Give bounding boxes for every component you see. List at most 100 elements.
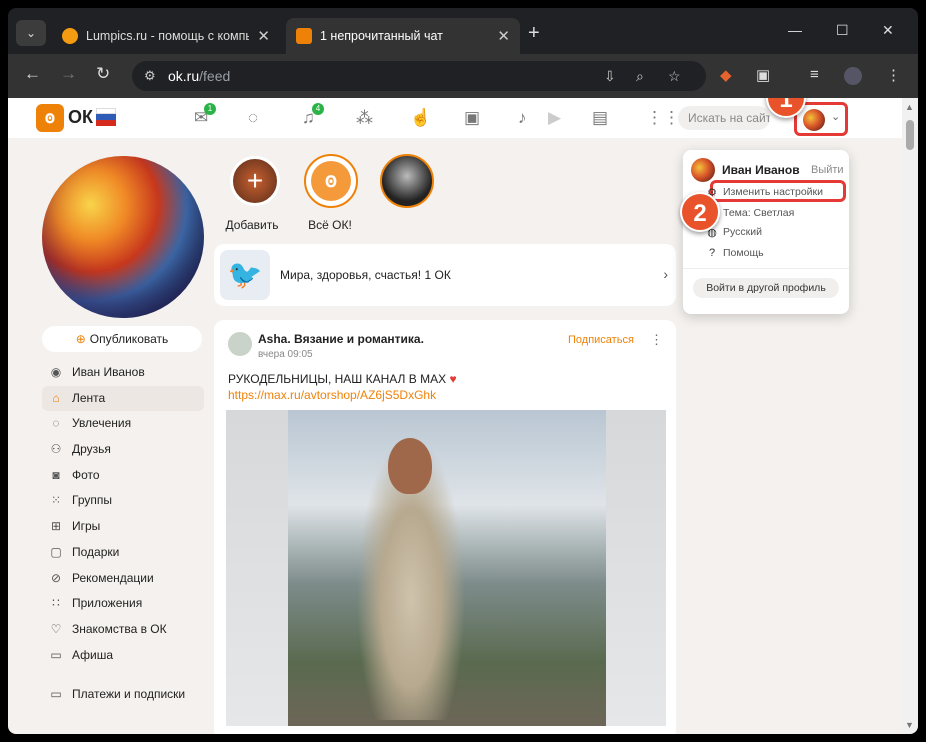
sidebar-item-feed[interactable]: ⌂ Лента	[42, 385, 204, 412]
calendar-icon[interactable]: ▤	[592, 108, 608, 128]
sidebar-item-label: Рекомендации	[72, 570, 154, 585]
scroll-up-icon[interactable]: ▲	[905, 102, 914, 112]
sidebar-item-games[interactable]: ⊞ Игры	[42, 514, 204, 540]
chevron-down-icon: ⌄	[831, 111, 841, 123]
groups-icon: ⁙	[50, 493, 62, 508]
switch-profile-button[interactable]: Войти в другой профиль	[693, 278, 839, 298]
site-info-icon[interactable]: ⚙	[144, 61, 156, 91]
menu-item-label: Помощь	[723, 247, 764, 259]
sidebar-menu: ◉ Иван Иванов ⌂ Лента ◌ Увлечения ⚇ Друзья ◙…	[42, 360, 204, 708]
play-icon[interactable]: ▶	[548, 108, 561, 128]
sidebar-item-friends[interactable]: ⚇ Друзья	[42, 437, 204, 463]
publish-button[interactable]: ⊕ Опубликовать	[42, 326, 202, 352]
discussions-icon[interactable]: ◌	[248, 108, 258, 128]
messages-icon[interactable]: ✉ 1	[194, 103, 216, 128]
ok-logo-text[interactable]: ОК	[68, 107, 93, 128]
greeting-card[interactable]: 🐦 Мира, здоровья, счастья! 1 ОК ›	[214, 244, 676, 306]
menu-item-theme[interactable]: ☼Тема: Светлая	[707, 207, 795, 219]
profile-avatar-icon[interactable]	[844, 67, 862, 85]
tab-title: Lumpics.ru - помощь с компь	[86, 29, 250, 43]
video-icon[interactable]: ▣	[464, 108, 480, 128]
forward-icon[interactable]: →	[60, 64, 77, 84]
home-icon: ⌂	[52, 390, 60, 405]
sidebar-item-label: Лента	[72, 390, 106, 405]
gift-icon: ▢	[50, 544, 62, 559]
profile-avatar[interactable]	[42, 156, 204, 318]
menu-item-language[interactable]: ◍ Русский	[707, 226, 762, 239]
close-tab-icon[interactable]: ✕	[257, 27, 270, 45]
likes-icon[interactable]: ☝	[410, 108, 431, 128]
dropdown-divider	[683, 268, 849, 269]
url-path: /feed	[199, 68, 231, 84]
friends-icon: ⚇	[50, 442, 62, 457]
sidebar-item-photo[interactable]: ◙ Фото	[42, 463, 204, 489]
feed-post: Asha. Вязание и романтика. вчера 09:05 П…	[214, 320, 676, 734]
apps-grid-icon[interactable]: ⋮⋮	[646, 108, 680, 128]
ok-logo-icon[interactable]: ꙩ	[36, 104, 64, 132]
scroll-down-icon[interactable]: ▼	[905, 720, 914, 730]
guests-icon[interactable]: ⁂	[356, 108, 373, 128]
tab-search-button[interactable]: ⌄	[16, 20, 46, 46]
add-story-button[interactable]: +	[230, 156, 280, 206]
help-icon: ?	[708, 247, 716, 259]
author-avatar[interactable]	[228, 332, 252, 356]
maximize-icon[interactable]: ☐	[836, 22, 849, 39]
browser-window: ⌄ Lumpics.ru - помощь с компь ✕ 1 непроч…	[8, 8, 918, 734]
user-icon: ◉	[50, 365, 62, 379]
logout-link[interactable]: Выйти	[811, 164, 844, 176]
sidebar-item-gifts[interactable]: ▢ Подарки	[42, 540, 204, 566]
subscribe-button[interactable]: Подписаться	[568, 334, 634, 346]
new-tab-button[interactable]: +	[528, 22, 540, 45]
notifications-icon[interactable]: ♫ 4	[302, 103, 324, 128]
story-person[interactable]	[380, 154, 434, 208]
more-options-icon[interactable]: ⋮	[650, 332, 663, 348]
post-author[interactable]: Asha. Вязание и романтика.	[258, 332, 424, 346]
story-vse-ok[interactable]: ꙩ	[304, 154, 358, 208]
browser-menu-icon[interactable]: ⋮	[886, 66, 901, 84]
ok-favicon-icon	[296, 28, 312, 44]
menu-item-help[interactable]: ? Помощь	[709, 247, 764, 259]
music-icon[interactable]: ♪	[518, 108, 527, 128]
sidebar-item-afisha[interactable]: ▭ Афиша	[42, 643, 204, 669]
scrollbar-thumb[interactable]	[906, 120, 914, 150]
dropdown-user-name[interactable]: Иван Иванов	[722, 163, 800, 177]
minimize-icon[interactable]: —	[788, 22, 802, 38]
post-photo[interactable]	[226, 410, 666, 726]
media-control-icon[interactable]: ≡	[810, 66, 819, 83]
sidebar-item-groups[interactable]: ⁙ Группы	[42, 488, 204, 514]
post-link[interactable]: https://max.ru/avtorshop/AZ6jS5DxGhk	[228, 388, 436, 402]
profile-dropdown: Иван Иванов Выйти ⚙Изменить настройки ☼Т…	[683, 150, 849, 314]
bookmark-star-icon[interactable]: ☆	[668, 61, 681, 91]
wallet-icon: ▭	[50, 687, 62, 702]
photo-head	[388, 438, 432, 494]
russian-flag-icon	[96, 108, 116, 126]
bird-icon: 🐦	[220, 250, 270, 300]
zoom-icon[interactable]: ⌕	[636, 61, 644, 91]
tab-lumpics[interactable]: Lumpics.ru - помощь с компь ✕	[52, 18, 280, 54]
close-window-icon[interactable]: ✕	[882, 22, 894, 39]
url-host: ok.ru	[168, 68, 200, 84]
sidebar-item-payments[interactable]: ▭ Платежи и подписки	[42, 682, 204, 708]
site-search-input[interactable]: Искать на сайт	[678, 106, 770, 130]
lumpics-favicon-icon	[62, 28, 78, 44]
reload-icon[interactable]: ↻	[96, 64, 110, 84]
extension-fox-icon[interactable]: ◆	[720, 66, 732, 84]
compass-icon: ⊘	[50, 570, 62, 585]
tab-title: 1 непрочитанный чат	[320, 29, 443, 43]
sidebar-item-hobbies[interactable]: ◌ Увлечения	[42, 411, 204, 437]
extensions-puzzle-icon[interactable]: ▣	[756, 66, 770, 84]
address-bar[interactable]: ⚙ ok.ru/feed ⇩ ⌕ ☆	[132, 61, 706, 91]
plus-circle-icon: ⊕	[75, 332, 86, 346]
sidebar-item-apps[interactable]: ∷ Приложения	[42, 591, 204, 617]
close-tab-icon[interactable]: ✕	[497, 27, 510, 45]
page-scrollbar[interactable]: ▲ ▼	[902, 98, 918, 734]
sidebar-item-profile[interactable]: ◉ Иван Иванов	[42, 360, 204, 386]
sidebar-item-dating[interactable]: ♡ Знакомства в ОК	[42, 617, 204, 643]
install-app-icon[interactable]: ⇩	[604, 61, 616, 91]
menu-item-label: Тема: Светлая	[723, 207, 795, 219]
tab-ok[interactable]: 1 непрочитанный чат ✕	[286, 18, 520, 54]
sidebar-item-recommendations[interactable]: ⊘ Рекомендации	[42, 566, 204, 592]
menu-item-settings[interactable]: ⚙ Изменить настройки	[707, 186, 823, 199]
back-icon[interactable]: ←	[24, 64, 41, 84]
post-text: РУКОДЕЛЬНИЦЫ, НАШ КАНАЛ В МАХ	[228, 372, 447, 386]
